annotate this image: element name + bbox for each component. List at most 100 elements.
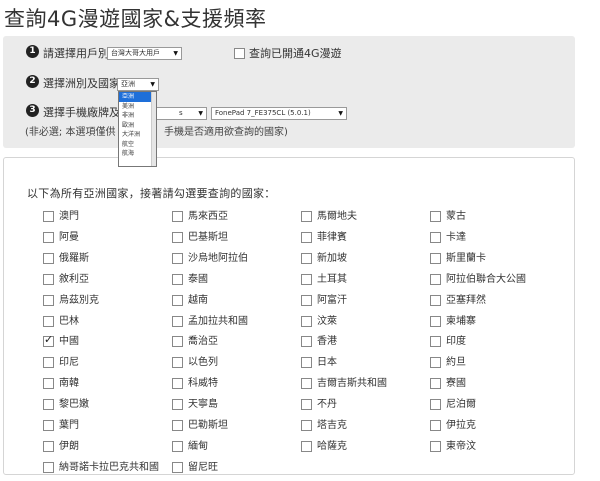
country-label: 中國 — [59, 336, 79, 348]
country-label: 蒙古 — [446, 211, 466, 222]
country-checkbox[interactable] — [172, 440, 183, 452]
country-label: 敘利亞 — [59, 273, 89, 285]
step-2-badge: 2 — [26, 75, 39, 88]
country-checkbox[interactable] — [301, 273, 312, 285]
country-label: 烏茲別克 — [59, 294, 99, 306]
country-checkbox[interactable] — [430, 252, 441, 264]
country-label: 天寧島 — [188, 399, 218, 411]
country-label: 土耳其 — [317, 273, 347, 285]
country-checkbox[interactable] — [172, 420, 183, 431]
page-title: 查詢4G漫遊國家&支援頻率 — [4, 7, 267, 31]
phone-brand-value: s — [179, 109, 183, 117]
country-checkbox[interactable] — [172, 273, 183, 285]
country-checkbox[interactable] — [301, 231, 312, 243]
country-checkbox[interactable] — [43, 315, 54, 327]
country-checkbox[interactable] — [172, 357, 183, 369]
country-checkbox[interactable] — [172, 378, 183, 390]
country-label: 巴林 — [59, 315, 79, 327]
country-checkbox[interactable] — [430, 357, 441, 369]
country-checkbox[interactable] — [172, 461, 183, 473]
country-checkbox[interactable] — [43, 420, 54, 431]
country-label: 俄羅斯 — [59, 252, 89, 264]
chevron-down-icon: ▼ — [150, 81, 155, 88]
phone-model-select[interactable]: FonePad 7_FE375CL (5.0.1) ▼ — [211, 107, 347, 120]
dropdown-scrollbar[interactable] — [151, 92, 156, 166]
country-checkbox[interactable] — [430, 336, 441, 348]
country-checkbox[interactable] — [301, 378, 312, 390]
country-label: 留尼旺 — [188, 461, 218, 473]
country-checkbox[interactable] — [172, 399, 183, 411]
country-checkbox[interactable] — [430, 315, 441, 327]
country-checkbox[interactable] — [43, 231, 54, 243]
country-label: 泰國 — [188, 273, 208, 285]
country-checkbox[interactable] — [172, 294, 183, 306]
country-checkbox[interactable] — [43, 294, 54, 306]
country-checkbox[interactable] — [301, 211, 312, 222]
country-checkbox[interactable] — [430, 231, 441, 243]
user-type-select[interactable]: 台灣大哥大用戶 ▼ — [107, 47, 182, 60]
country-label: 卡達 — [446, 231, 466, 243]
country-checkbox[interactable] — [172, 252, 183, 264]
country-label: 新加坡 — [317, 252, 347, 264]
country-label: 汶萊 — [317, 315, 337, 327]
activated-4g-checkbox[interactable] — [234, 48, 245, 59]
country-label: 寮國 — [446, 378, 466, 390]
country-label: 南韓 — [59, 378, 79, 390]
country-checkbox[interactable] — [172, 211, 183, 222]
country-checkbox[interactable] — [301, 252, 312, 264]
country-label: 斯里蘭卡 — [446, 252, 486, 264]
continent-select[interactable]: 亞洲 ▼ — [117, 78, 159, 91]
continent-dropdown-list[interactable]: 亞洲 美洲 非洲 歐洲 大洋洲 航空 航海 — [118, 91, 157, 167]
country-checkbox[interactable] — [43, 333, 54, 348]
country-checkbox[interactable] — [43, 378, 54, 390]
step-3-note-right: 手機是否適用欲查詢的國家) — [164, 127, 288, 138]
country-checkbox[interactable] — [430, 440, 441, 452]
country-label: 馬來西亞 — [188, 211, 228, 222]
country-label: 納哥諾卡拉巴克共和國 — [59, 461, 159, 473]
country-checkbox[interactable] — [301, 440, 312, 452]
country-checkbox[interactable] — [43, 211, 54, 222]
country-label: 東帝汶 — [446, 440, 476, 452]
country-label: 緬甸 — [188, 440, 208, 452]
step-1-badge: 1 — [26, 45, 39, 58]
country-checkbox[interactable] — [430, 399, 441, 411]
step-2-label: 選擇洲別及國家 — [43, 77, 120, 90]
country-checkbox[interactable] — [430, 378, 441, 390]
country-checkbox[interactable] — [43, 252, 54, 264]
country-label: 吉爾吉斯共和國 — [317, 378, 387, 390]
country-label: 沙烏地阿拉伯 — [188, 252, 248, 264]
country-label: 哈薩克 — [317, 440, 347, 452]
country-label: 喬治亞 — [188, 336, 218, 348]
country-label: 菲律賓 — [317, 231, 347, 243]
country-checkbox[interactable] — [43, 273, 54, 285]
country-checkbox[interactable] — [430, 211, 441, 222]
country-label: 塔吉克 — [317, 420, 347, 431]
country-checkbox[interactable] — [301, 315, 312, 327]
country-checkbox[interactable] — [172, 336, 183, 348]
country-checkbox[interactable] — [43, 357, 54, 369]
country-checkbox[interactable] — [172, 231, 183, 243]
country-checkbox[interactable] — [430, 420, 441, 431]
country-checkbox[interactable] — [43, 399, 54, 411]
country-checkbox[interactable] — [301, 420, 312, 431]
country-label: 澳門 — [59, 211, 79, 222]
country-checkbox[interactable] — [172, 315, 183, 327]
country-checkbox[interactable] — [301, 294, 312, 306]
country-label: 孟加拉共和國 — [188, 315, 248, 327]
step-3-note-left: (非必選; 本選項僅供 — [25, 127, 116, 138]
country-label: 伊拉克 — [446, 420, 476, 431]
country-checkbox[interactable] — [43, 461, 54, 473]
activated-4g-label: 查詢已開通4G漫遊 — [249, 47, 342, 60]
country-checkbox[interactable] — [430, 294, 441, 306]
country-label: 黎巴嫩 — [59, 399, 89, 411]
country-checkbox[interactable] — [301, 399, 312, 411]
country-label: 葉門 — [59, 420, 79, 431]
country-label: 亞塞拜然 — [446, 294, 486, 306]
country-checkbox[interactable] — [430, 273, 441, 285]
country-checkbox[interactable] — [301, 357, 312, 369]
step-3-label: 選擇手機廠牌及 — [43, 106, 120, 119]
country-checkbox[interactable] — [43, 440, 54, 452]
phone-brand-select[interactable]: s ▼ — [153, 107, 207, 120]
country-label: 阿拉伯聯合大公國 — [446, 273, 526, 285]
country-checkbox[interactable] — [301, 336, 312, 348]
